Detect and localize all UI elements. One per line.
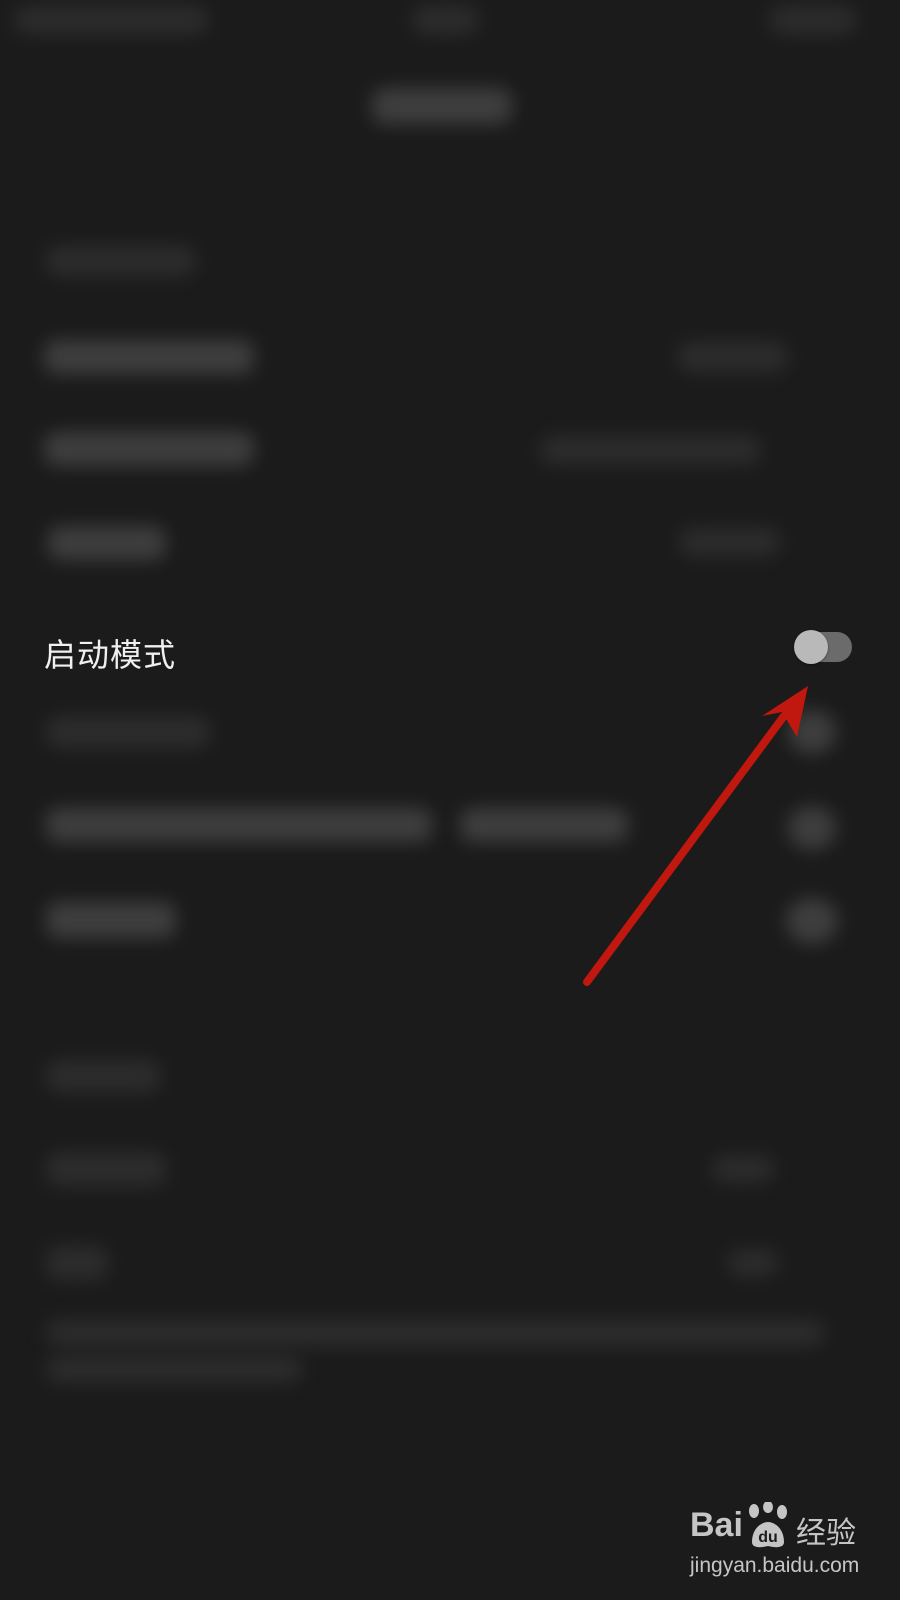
blurred-row-2-label: [44, 340, 254, 374]
arrow-shaft: [583, 712, 788, 986]
blurred-row-3-value: [540, 436, 760, 464]
blurred-footnote-line-2: [46, 1356, 302, 1382]
blurred-status-bar-center: [412, 6, 478, 34]
setting-row-launch-mode: 启动模式: [0, 612, 900, 696]
blurred-row-9-label: [46, 1060, 160, 1092]
blurred-row-4-label: [48, 526, 166, 560]
blurred-row-11-label: [46, 1246, 108, 1280]
blurred-status-bar-right: [770, 6, 856, 34]
blurred-row-6-label: [46, 716, 210, 748]
baidu-jingyan-watermark: Bai du 经验 jingyan.baidu.com: [690, 1502, 890, 1590]
watermark-url: jingyan.baidu.com: [690, 1554, 860, 1577]
blurred-status-bar-left: [14, 6, 208, 34]
blurred-page-title: [372, 88, 512, 124]
blurred-row-7-toggle: [788, 806, 836, 850]
svg-text:du: du: [758, 1529, 778, 1546]
blurred-row-2-value: [678, 342, 788, 372]
blurred-row-10-value: [712, 1156, 774, 1182]
blurred-row-8-toggle: [786, 898, 838, 944]
watermark-brand-left: Bai: [690, 1506, 743, 1544]
blurred-row-7-label-b: [460, 808, 628, 842]
blurred-row-3-label: [44, 432, 254, 466]
mode-toggle[interactable]: [794, 630, 852, 664]
toggle-knob: [794, 630, 828, 664]
setting-label: 启动模式: [44, 636, 177, 674]
watermark-brand-right: 经验: [796, 1516, 856, 1551]
paw-logo-icon: du: [749, 1502, 787, 1548]
blurred-row-8-label: [46, 902, 176, 938]
blurred-row-11-value: [728, 1250, 778, 1276]
blurred-row-10-label: [46, 1152, 166, 1186]
blurred-row-7-label-a: [46, 808, 432, 842]
blurred-row-1-label: [46, 246, 196, 276]
blurred-footnote-line-1: [46, 1320, 824, 1346]
blurred-row-6-toggle: [788, 710, 836, 754]
blurred-row-4-value: [680, 528, 780, 556]
